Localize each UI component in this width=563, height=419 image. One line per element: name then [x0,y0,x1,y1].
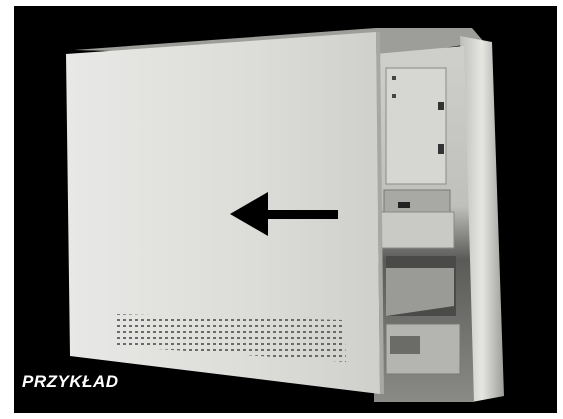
pc-case-illustration [66,28,504,402]
figure-frame: PRZYKŁAD [0,0,563,419]
drive-bay [385,67,447,185]
illustration-photo [14,6,557,413]
caption-label: PRZYKŁAD [22,372,119,391]
